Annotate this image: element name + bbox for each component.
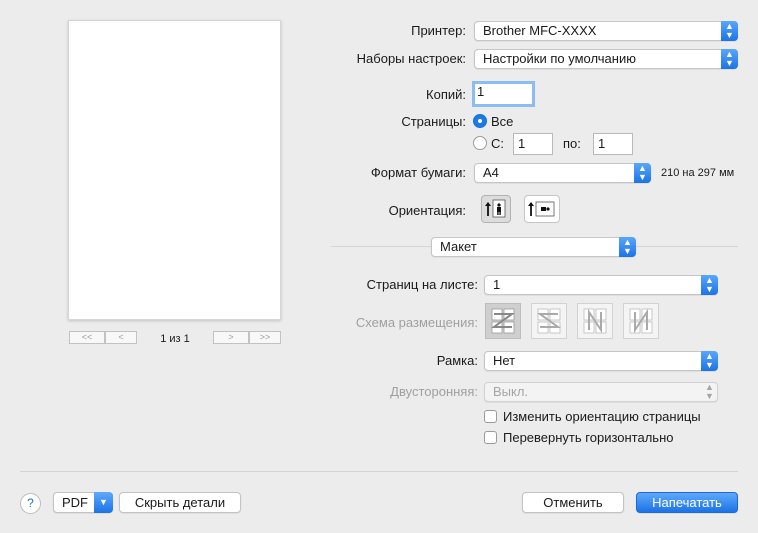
- copies-value: 1: [477, 84, 485, 99]
- updown-chevron-icon: ▲ ▼: [705, 382, 714, 401]
- layout-n-reverse-button[interactable]: [577, 303, 613, 339]
- pages-per-sheet-label: Страниц на листе:: [366, 277, 478, 292]
- chevron-down-icon: ▼: [94, 492, 113, 513]
- cancel-button[interactable]: Отменить: [522, 492, 624, 513]
- border-select[interactable]: Нет ▲ ▼: [484, 351, 718, 371]
- two-sided-select[interactable]: Выкл. ▲ ▼: [484, 382, 718, 402]
- pages-all-label: Все: [491, 114, 514, 129]
- pages-to-value: 1: [598, 136, 606, 151]
- layout-direction-label: Схема размещения:: [355, 315, 478, 330]
- updown-chevron-icon: ▲ ▼: [701, 275, 718, 295]
- border-value: Нет: [493, 353, 516, 368]
- landscape-orientation-icon: [528, 201, 555, 217]
- pages-to-label: по:: [563, 136, 581, 151]
- updown-chevron-icon: ▲ ▼: [634, 163, 651, 183]
- last-page-button[interactable]: >>: [249, 331, 281, 344]
- layout-n-button[interactable]: [623, 303, 659, 339]
- printer-select[interactable]: Brother MFC-XXXX ▲ ▼: [474, 21, 738, 41]
- print-button[interactable]: Напечатать: [636, 492, 738, 513]
- pages-range-radio[interactable]: [473, 136, 487, 150]
- reverse-orientation-checkbox[interactable]: [484, 410, 497, 423]
- paper-size-value: A4: [483, 165, 499, 180]
- section-select[interactable]: Макет ▲ ▼: [431, 237, 636, 257]
- presets-label: Наборы настроек:: [356, 51, 466, 66]
- next-page-button[interactable]: >: [213, 331, 249, 344]
- last-page-icon: >>: [259, 332, 271, 342]
- portrait-orientation-button[interactable]: [481, 195, 511, 223]
- section-value: Макет: [440, 239, 477, 254]
- printer-value: Brother MFC-XXXX: [483, 23, 597, 38]
- layout-n-icon: [629, 308, 653, 334]
- pages-per-sheet-value: 1: [493, 277, 501, 292]
- portrait-orientation-icon: [485, 199, 506, 218]
- updown-chevron-icon: ▲ ▼: [701, 351, 718, 371]
- paper-size-select[interactable]: A4 ▲ ▼: [474, 163, 651, 183]
- reverse-orientation-label: Изменить ориентацию страницы: [503, 409, 701, 424]
- page-counter: 1 из 1: [160, 333, 190, 345]
- landscape-orientation-button[interactable]: [524, 195, 560, 223]
- layout-reverse-z-icon: [536, 308, 562, 334]
- layout-reverse-z-button[interactable]: [531, 303, 567, 339]
- layout-z-icon: [490, 308, 516, 334]
- presets-value: Настройки по умолчанию: [483, 51, 636, 66]
- pages-label: Страницы:: [401, 114, 466, 129]
- copies-field[interactable]: 1: [472, 81, 535, 107]
- printer-label: Принтер:: [411, 23, 466, 38]
- bottom-separator: [20, 471, 738, 472]
- pdf-menu-button[interactable]: PDF ▼: [53, 492, 113, 513]
- flip-horizontal-checkbox[interactable]: [484, 431, 497, 444]
- presets-select[interactable]: Настройки по умолчанию ▲ ▼: [474, 49, 738, 69]
- first-page-button[interactable]: <<: [69, 331, 105, 344]
- pages-to-field[interactable]: 1: [593, 133, 633, 155]
- pages-per-sheet-select[interactable]: 1 ▲ ▼: [484, 275, 718, 295]
- pages-from-field[interactable]: 1: [513, 133, 553, 155]
- layout-n-reverse-icon: [583, 308, 607, 334]
- two-sided-value: Выкл.: [493, 384, 529, 399]
- previous-page-button[interactable]: <: [105, 331, 137, 344]
- print-preview-page: [68, 20, 281, 320]
- next-page-icon: >: [228, 332, 234, 342]
- flip-horizontal-label: Перевернуть горизонтально: [503, 430, 674, 445]
- pdf-label: PDF: [62, 495, 88, 510]
- updown-chevron-icon: ▲ ▼: [721, 21, 738, 41]
- paper-dimensions: 210 на 297 мм: [661, 167, 735, 179]
- paper-size-label: Формат бумаги:: [370, 165, 466, 180]
- previous-page-icon: <: [118, 332, 124, 342]
- two-sided-label: Двусторонняя:: [390, 384, 478, 399]
- help-icon: ?: [27, 496, 34, 510]
- updown-chevron-icon: ▲ ▼: [721, 49, 738, 69]
- copies-label: Копий:: [426, 87, 466, 102]
- pages-from-label: С:: [491, 136, 504, 151]
- updown-chevron-icon: ▲ ▼: [619, 237, 636, 257]
- hide-details-button[interactable]: Скрыть детали: [119, 492, 241, 513]
- first-page-icon: <<: [81, 332, 93, 342]
- help-button[interactable]: ?: [20, 493, 41, 514]
- pages-from-value: 1: [518, 136, 526, 151]
- layout-z-button[interactable]: [485, 303, 521, 339]
- pages-all-radio[interactable]: [473, 114, 487, 128]
- orientation-label: Ориентация:: [388, 203, 466, 218]
- border-label: Рамка:: [436, 353, 478, 368]
